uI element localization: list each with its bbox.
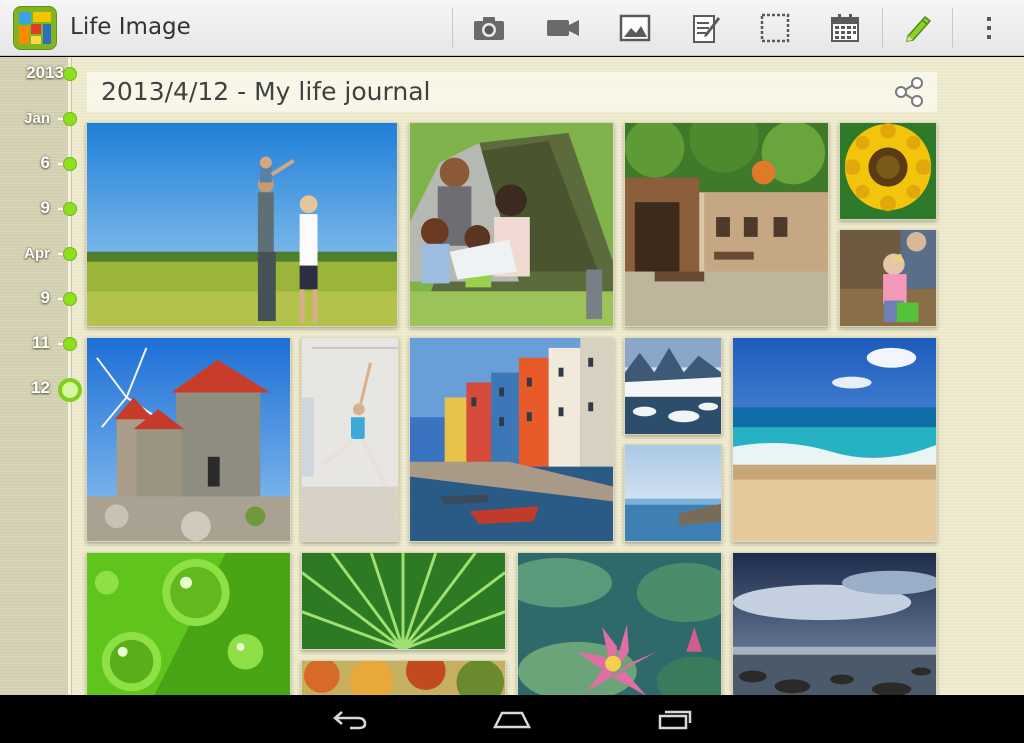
photo-stormy-coast[interactable]: [732, 552, 937, 695]
camera-button[interactable]: [469, 8, 509, 48]
photo-courtyard-cafe[interactable]: [624, 122, 829, 327]
timeline-dot: [64, 203, 76, 215]
video-button[interactable]: [543, 8, 583, 48]
photo-beach-waves[interactable]: [732, 337, 937, 542]
timeline-label: 9: [40, 198, 50, 217]
image-button[interactable]: [615, 8, 655, 48]
share-icon: [895, 77, 923, 107]
edit-button[interactable]: [898, 8, 938, 48]
video-camera-icon: [547, 20, 579, 36]
photo-autumn-foliage[interactable]: [301, 660, 506, 695]
home-icon: [492, 711, 532, 729]
journal-header: 2013/4/12 - My life journal: [87, 72, 937, 112]
camera-icon: [474, 17, 504, 40]
timeline-item-jan[interactable]: Jan: [0, 108, 80, 128]
timeline-dot: [64, 293, 76, 305]
photo-family-camping[interactable]: [409, 122, 614, 327]
photo-windmills[interactable]: [86, 337, 291, 542]
dashed-frame-icon: [760, 13, 790, 43]
pencil-icon: [906, 15, 932, 42]
home-button[interactable]: [480, 701, 544, 737]
overflow-dots-icon: [987, 17, 991, 39]
timeline-label: Jan: [24, 110, 50, 127]
timeline-dot: [64, 68, 76, 80]
timeline-label: 11: [32, 333, 50, 352]
back-button[interactable]: [318, 701, 382, 737]
app-title: Life Image: [70, 14, 191, 40]
recent-apps-icon: [658, 710, 692, 730]
timeline-item-11[interactable]: 11: [0, 333, 80, 353]
timeline-item-apr-9[interactable]: 9: [0, 288, 80, 308]
timeline-item-2013[interactable]: 2013: [0, 63, 80, 83]
photo-sunflower[interactable]: [839, 122, 937, 220]
timeline-label: Apr: [24, 245, 50, 262]
calendar-button[interactable]: [825, 8, 865, 48]
timeline-item-6[interactable]: 6: [0, 153, 80, 173]
timeline-label: 6: [40, 153, 50, 172]
photo-leaf-droplets[interactable]: [86, 552, 291, 695]
picture-icon: [619, 14, 651, 42]
select-button[interactable]: [755, 8, 795, 48]
system-nav-bar: [0, 695, 1024, 743]
timeline-dot: [64, 113, 76, 125]
calendar-icon: [831, 14, 859, 42]
toolbar-divider: [882, 8, 883, 48]
toolbar-divider: [452, 8, 453, 48]
note-edit-icon: [693, 15, 720, 43]
journal-title: 2013/4/12 - My life journal: [101, 77, 431, 106]
photo-ballet-dancer[interactable]: [301, 337, 399, 542]
timeline-label: 2013: [26, 63, 64, 82]
timeline-item-12-selected[interactable]: 12: [0, 378, 82, 402]
photo-seaside-pier[interactable]: [624, 444, 722, 542]
photo-water-lily[interactable]: [517, 552, 722, 695]
timeline-selected-dot: [58, 378, 82, 402]
timeline-dot: [64, 338, 76, 350]
overflow-menu-button[interactable]: [969, 8, 1009, 48]
photo-canal-houses[interactable]: [409, 337, 614, 542]
timeline-label: 12: [31, 378, 50, 397]
timeline-label: 9: [40, 288, 50, 307]
timeline-dot: [64, 248, 76, 260]
journal-content: 2013 Jan 6 9 Apr 9 11 12 2013/4/12 - My …: [0, 57, 1024, 695]
action-bar: Life Image: [0, 0, 1024, 56]
timeline-item-9[interactable]: 9: [0, 198, 80, 218]
photo-snowy-forest[interactable]: [624, 337, 722, 435]
photo-palm-fronds[interactable]: [301, 552, 506, 650]
back-arrow-icon: [333, 711, 367, 730]
timeline-dot: [64, 158, 76, 170]
photo-family-meadow[interactable]: [86, 122, 398, 327]
toolbar-divider: [952, 8, 953, 48]
share-button[interactable]: [893, 76, 925, 108]
life-image-app-icon[interactable]: [13, 6, 57, 50]
photo-child-gardening[interactable]: [839, 229, 937, 327]
recents-button[interactable]: [643, 701, 707, 737]
timeline-item-apr[interactable]: Apr: [0, 243, 80, 263]
note-button[interactable]: [686, 8, 726, 48]
